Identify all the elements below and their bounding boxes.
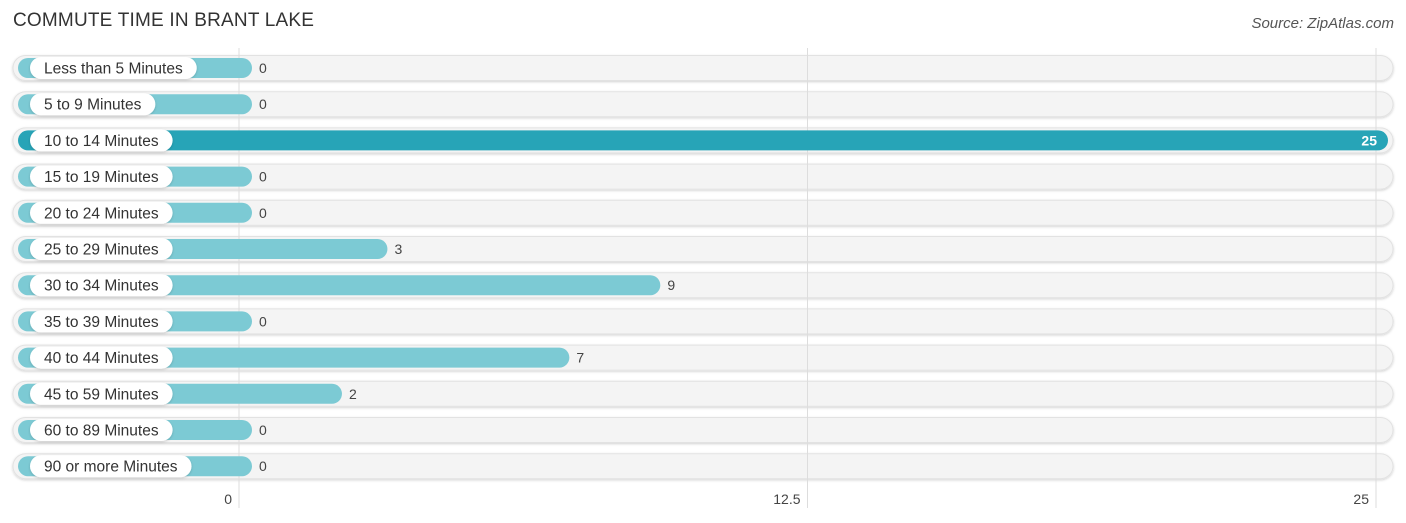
category-label: 15 to 19 Minutes	[44, 169, 159, 186]
value-label: 2	[349, 386, 357, 402]
bar-row: 30 to 34 Minutes 9	[18, 274, 675, 297]
value-label: 0	[259, 205, 267, 221]
category-label: 20 to 24 Minutes	[44, 205, 159, 222]
category-label: 35 to 39 Minutes	[44, 314, 159, 331]
x-tick-label: 12.5	[773, 491, 800, 507]
bar-row: 5 to 9 Minutes 0	[18, 93, 267, 116]
value-label: 9	[667, 277, 675, 293]
x-tick-label: 0	[224, 491, 232, 507]
bar-row: Less than 5 Minutes 0	[18, 57, 267, 79]
bar-row: 20 to 24 Minutes 0	[18, 201, 267, 224]
bar-chart: Less than 5 Minutes 0 5 to 9 Minutes 0 10 to…	[12, 48, 1394, 508]
bar-row: 90 or more Minutes 0	[18, 455, 267, 478]
category-label: 60 to 89 Minutes	[44, 423, 159, 440]
bar-row: 35 to 39 Minutes 0	[18, 310, 267, 333]
bar-row: 25 to 29 Minutes 3	[18, 238, 402, 260]
value-label: 0	[259, 458, 267, 474]
bar-row: 40 to 44 Minutes 7	[18, 346, 584, 369]
bar	[18, 130, 1388, 151]
category-label: 90 or more Minutes	[44, 459, 178, 476]
value-label: 3	[394, 241, 402, 257]
value-label: 0	[259, 60, 267, 76]
bar-row: 60 to 89 Minutes 0	[18, 419, 267, 441]
category-label: Less than 5 Minutes	[44, 61, 183, 78]
bar-row: 15 to 19 Minutes 0	[18, 165, 267, 188]
value-label: 0	[259, 422, 267, 438]
category-label: 5 to 9 Minutes	[44, 97, 142, 114]
category-label: 30 to 34 Minutes	[44, 278, 159, 295]
value-label: 0	[259, 96, 267, 112]
category-label: 40 to 44 Minutes	[44, 350, 159, 367]
value-label: 7	[576, 350, 584, 366]
value-label: 0	[259, 169, 267, 185]
category-label: 45 to 59 Minutes	[44, 386, 159, 403]
bar-row: 10 to 14 Minutes 25	[18, 129, 1388, 152]
value-label: 0	[259, 313, 267, 329]
x-tick-label: 25	[1353, 491, 1369, 507]
category-label: 10 to 14 Minutes	[44, 133, 159, 150]
value-label: 25	[1361, 132, 1377, 148]
bar-row: 45 to 59 Minutes 2	[18, 382, 357, 405]
category-label: 25 to 29 Minutes	[44, 242, 159, 259]
